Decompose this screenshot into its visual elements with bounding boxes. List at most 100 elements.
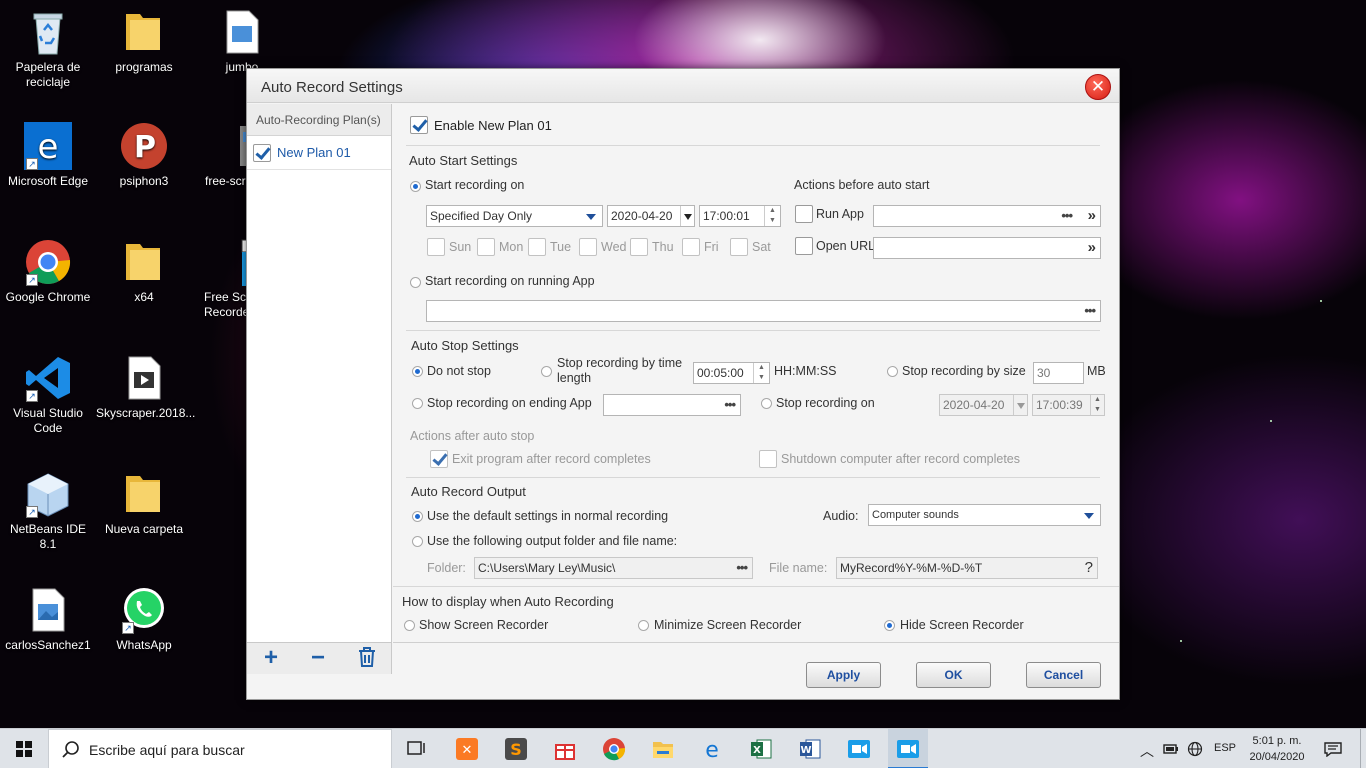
file-explorer-icon[interactable] <box>651 737 675 761</box>
open-url-checkbox[interactable] <box>795 237 813 255</box>
add-plan-button[interactable]: + <box>258 646 284 672</box>
show-desktop-button[interactable] <box>1360 729 1366 768</box>
stop-on-ending-app-radio[interactable] <box>412 398 423 409</box>
delete-plan-button[interactable] <box>354 646 380 672</box>
help-icon[interactable]: ? <box>1085 558 1093 578</box>
star <box>1270 420 1272 422</box>
close-button[interactable]: ✕ <box>1085 74 1111 100</box>
desktop-icon-chrome[interactable]: ↗ Google Chrome <box>0 238 96 305</box>
stop-date-value: 2020-04-20 <box>943 398 1005 412</box>
calendar-dropdown-button[interactable] <box>680 206 694 226</box>
folder-icon <box>120 470 168 518</box>
task-view-icon[interactable] <box>405 737 429 761</box>
folder-field[interactable]: C:\Users\Mary Ley\Music\ ••• <box>474 557 753 579</box>
browse-dots-icon[interactable]: ••• <box>724 395 736 415</box>
desktop-icon-jumbo[interactable]: jumbo <box>194 8 290 75</box>
start-button[interactable] <box>0 729 48 768</box>
day-checkbox-thu[interactable] <box>630 238 648 256</box>
desktop-icon-edge[interactable]: e ↗ Microsoft Edge <box>0 122 96 189</box>
hide-recorder-radio[interactable] <box>884 620 895 631</box>
network-globe-icon[interactable] <box>1187 741 1203 768</box>
shutdown-checkbox[interactable] <box>759 450 777 468</box>
plan-enabled-checkbox[interactable] <box>253 143 271 162</box>
time-spinner[interactable]: ▲ ▼ <box>1090 395 1104 415</box>
chevron-up-icon[interactable]: ︿ <box>1140 741 1154 768</box>
desktop-icon-recycle-bin[interactable]: Papelera de reciclaje <box>0 8 96 90</box>
size-field[interactable]: 30 <box>1033 362 1084 384</box>
browse-dots-icon[interactable]: ••• <box>736 558 748 578</box>
battery-icon[interactable] <box>1163 741 1179 768</box>
language-indicator[interactable]: ESP <box>1214 742 1236 768</box>
stop-by-time-radio[interactable] <box>541 366 552 377</box>
start-time-field[interactable]: 17:00:01 ▲ ▼ <box>699 205 781 227</box>
cancel-button[interactable]: Cancel <box>1026 662 1101 688</box>
word-icon[interactable]: W <box>798 737 822 761</box>
audio-select[interactable]: Computer sounds <box>868 504 1101 526</box>
sublime-text-icon[interactable]: S <box>504 737 528 761</box>
day-checkbox-tue[interactable] <box>528 238 546 256</box>
desktop-icon-nueva-carpeta[interactable]: Nueva carpeta <box>96 470 192 537</box>
stop-date-picker[interactable]: 2020-04-20 <box>939 394 1028 416</box>
day-checkbox-sat[interactable] <box>730 238 748 256</box>
day-checkbox-mon[interactable] <box>477 238 495 256</box>
time-spinner[interactable]: ▲ ▼ <box>753 363 769 383</box>
default-settings-radio[interactable] <box>412 511 423 522</box>
gift-icon[interactable] <box>553 737 577 761</box>
dialog-titlebar[interactable]: Auto Record Settings ✕ <box>247 69 1119 103</box>
taskbar-search[interactable]: Escribe aquí para buscar <box>48 729 392 768</box>
shortcut-arrow-icon: ↗ <box>26 506 38 518</box>
notifications-icon[interactable] <box>1324 741 1342 768</box>
exit-program-checkbox[interactable] <box>430 450 448 468</box>
start-recording-on-label: Start recording on <box>425 178 525 192</box>
excel-icon[interactable]: X <box>749 737 773 761</box>
day-label-thu: Thu <box>652 240 674 254</box>
day-checkbox-fri[interactable] <box>682 238 700 256</box>
double-chevron-right-icon[interactable]: » <box>1088 238 1096 258</box>
time-length-field[interactable]: 00:05:00 ▲ ▼ <box>693 362 770 384</box>
plan-item[interactable]: New Plan 01 <box>247 136 391 170</box>
screen-recorder-taskbar-icon[interactable] <box>847 737 871 761</box>
run-app-checkbox[interactable] <box>795 205 813 223</box>
audio-value: Computer sounds <box>872 509 959 521</box>
apply-button[interactable]: Apply <box>806 662 881 688</box>
double-chevron-right-icon[interactable]: » <box>1088 206 1096 226</box>
calendar-dropdown-button[interactable] <box>1013 395 1027 415</box>
custom-output-radio[interactable] <box>412 536 423 547</box>
stop-time-field[interactable]: 17:00:39 ▲ ▼ <box>1032 394 1105 416</box>
running-app-field[interactable]: ••• <box>426 300 1101 322</box>
browse-dots-icon[interactable]: ••• <box>1084 301 1096 321</box>
desktop-icon-netbeans[interactable]: ↗ NetBeans IDE 8.1 <box>0 470 96 552</box>
desktop-icon-vscode[interactable]: ↗ Visual Studio Code <box>0 354 96 436</box>
chrome-taskbar-icon[interactable] <box>602 737 626 761</box>
minimize-recorder-radio[interactable] <box>638 620 649 631</box>
day-checkbox-wed[interactable] <box>579 238 597 256</box>
ok-button[interactable]: OK <box>916 662 991 688</box>
screen-recorder-active-icon[interactable] <box>896 737 920 761</box>
stop-by-size-radio[interactable] <box>887 366 898 377</box>
schedule-mode-select[interactable]: Specified Day Only <box>426 205 603 227</box>
show-recorder-radio[interactable] <box>404 620 415 631</box>
time-spinner[interactable]: ▲ ▼ <box>764 206 780 226</box>
xampp-icon[interactable]: ✕ <box>455 737 479 761</box>
stop-recording-on-radio[interactable] <box>761 398 772 409</box>
desktop-icon-carlossanchez1[interactable]: carlosSanchez1 <box>0 586 96 653</box>
day-label-wed: Wed <box>601 240 627 254</box>
ending-app-field[interactable]: ••• <box>603 394 741 416</box>
start-recording-on-radio[interactable] <box>410 181 421 192</box>
do-not-stop-radio[interactable] <box>412 366 423 377</box>
remove-plan-button[interactable]: − <box>305 646 331 672</box>
start-date-picker[interactable]: 2020-04-20 <box>607 205 695 227</box>
desktop-icon-skyscraper[interactable]: Skyscraper.2018... <box>96 354 195 421</box>
desktop-icon-whatsapp[interactable]: ↗ WhatsApp <box>96 586 192 653</box>
open-url-field[interactable]: » <box>873 237 1101 259</box>
start-on-running-app-radio[interactable] <box>410 277 421 288</box>
run-app-field[interactable]: ••• » <box>873 205 1101 227</box>
stop-on-ending-app-label: Stop recording on ending App <box>427 396 592 410</box>
enable-plan-checkbox[interactable] <box>410 116 428 134</box>
day-checkbox-sun[interactable] <box>427 238 445 256</box>
clock[interactable]: 5:01 p. m. 20/04/2020 <box>1246 733 1308 768</box>
browse-dots-icon[interactable]: ••• <box>1061 206 1073 226</box>
edge-taskbar-icon[interactable]: e <box>700 737 724 763</box>
filename-field[interactable]: MyRecord%Y-%M-%D-%T ? <box>836 557 1098 579</box>
desktop-icon-programas[interactable]: programas <box>96 8 192 75</box>
